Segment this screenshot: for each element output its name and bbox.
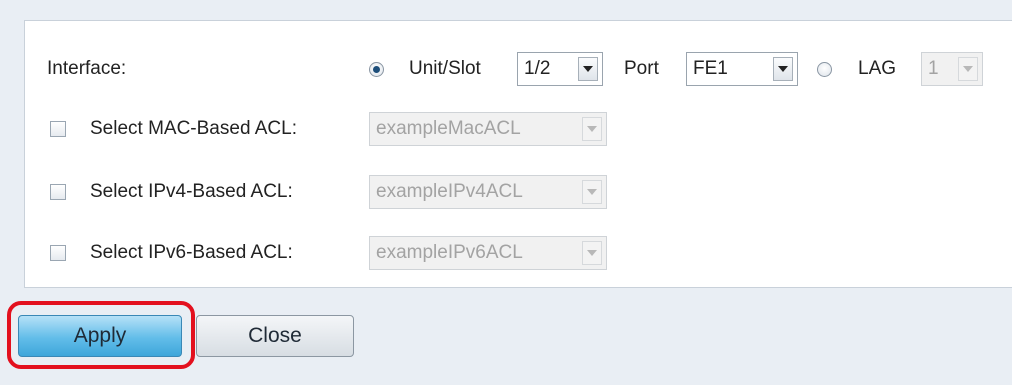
unit-slot-select[interactable]: 1/2 — [517, 52, 603, 86]
interface-row: Interface: Unit/Slot 1/2 Port FE1 LAG 1 — [25, 49, 985, 89]
ipv4-acl-select[interactable]: exampleIPv4ACL — [369, 175, 607, 209]
ipv6-acl-checkbox[interactable] — [50, 245, 66, 261]
chevron-down-icon[interactable] — [773, 57, 793, 81]
ipv4-acl-label: Select IPv4-Based ACL: — [90, 181, 293, 202]
ipv4-acl-checkbox[interactable] — [50, 184, 66, 200]
lag-select[interactable]: 1 — [921, 52, 983, 86]
close-button[interactable]: Close — [196, 315, 354, 357]
apply-button[interactable]: Apply — [18, 315, 182, 357]
unit-slot-label: Unit/Slot — [409, 58, 481, 79]
mac-acl-select[interactable]: exampleMacACL — [369, 112, 607, 146]
interface-acl-panel: Interface: Unit/Slot 1/2 Port FE1 LAG 1 … — [24, 20, 1012, 288]
mac-acl-row: Select MAC-Based ACL: exampleMacACL — [25, 109, 665, 149]
chevron-down-icon[interactable] — [578, 57, 598, 81]
mac-acl-label: Select MAC-Based ACL: — [90, 118, 297, 139]
interface-label: Interface: — [47, 58, 127, 79]
ipv6-acl-row: Select IPv6-Based ACL: exampleIPv6ACL — [25, 233, 665, 273]
ipv4-acl-row: Select IPv4-Based ACL: exampleIPv4ACL — [25, 172, 665, 212]
ipv6-acl-value: exampleIPv6ACL — [376, 242, 523, 263]
unit-slot-value: 1/2 — [524, 58, 551, 79]
lag-label: LAG — [858, 58, 897, 79]
port-label: Port — [624, 58, 659, 79]
port-select[interactable]: FE1 — [686, 52, 798, 86]
ipv4-acl-value: exampleIPv4ACL — [376, 181, 523, 202]
mac-acl-value: exampleMacACL — [376, 118, 521, 139]
chevron-down-icon[interactable] — [958, 57, 978, 81]
chevron-down-icon[interactable] — [582, 117, 602, 141]
chevron-down-icon[interactable] — [582, 241, 602, 265]
ipv6-acl-label: Select IPv6-Based ACL: — [90, 242, 293, 263]
lag-value: 1 — [928, 58, 939, 79]
port-value: FE1 — [693, 58, 728, 79]
chevron-down-icon[interactable] — [582, 180, 602, 204]
mac-acl-checkbox[interactable] — [50, 121, 66, 137]
unit-slot-radio[interactable] — [369, 61, 384, 77]
lag-radio[interactable] — [817, 61, 832, 77]
ipv6-acl-select[interactable]: exampleIPv6ACL — [369, 236, 607, 270]
